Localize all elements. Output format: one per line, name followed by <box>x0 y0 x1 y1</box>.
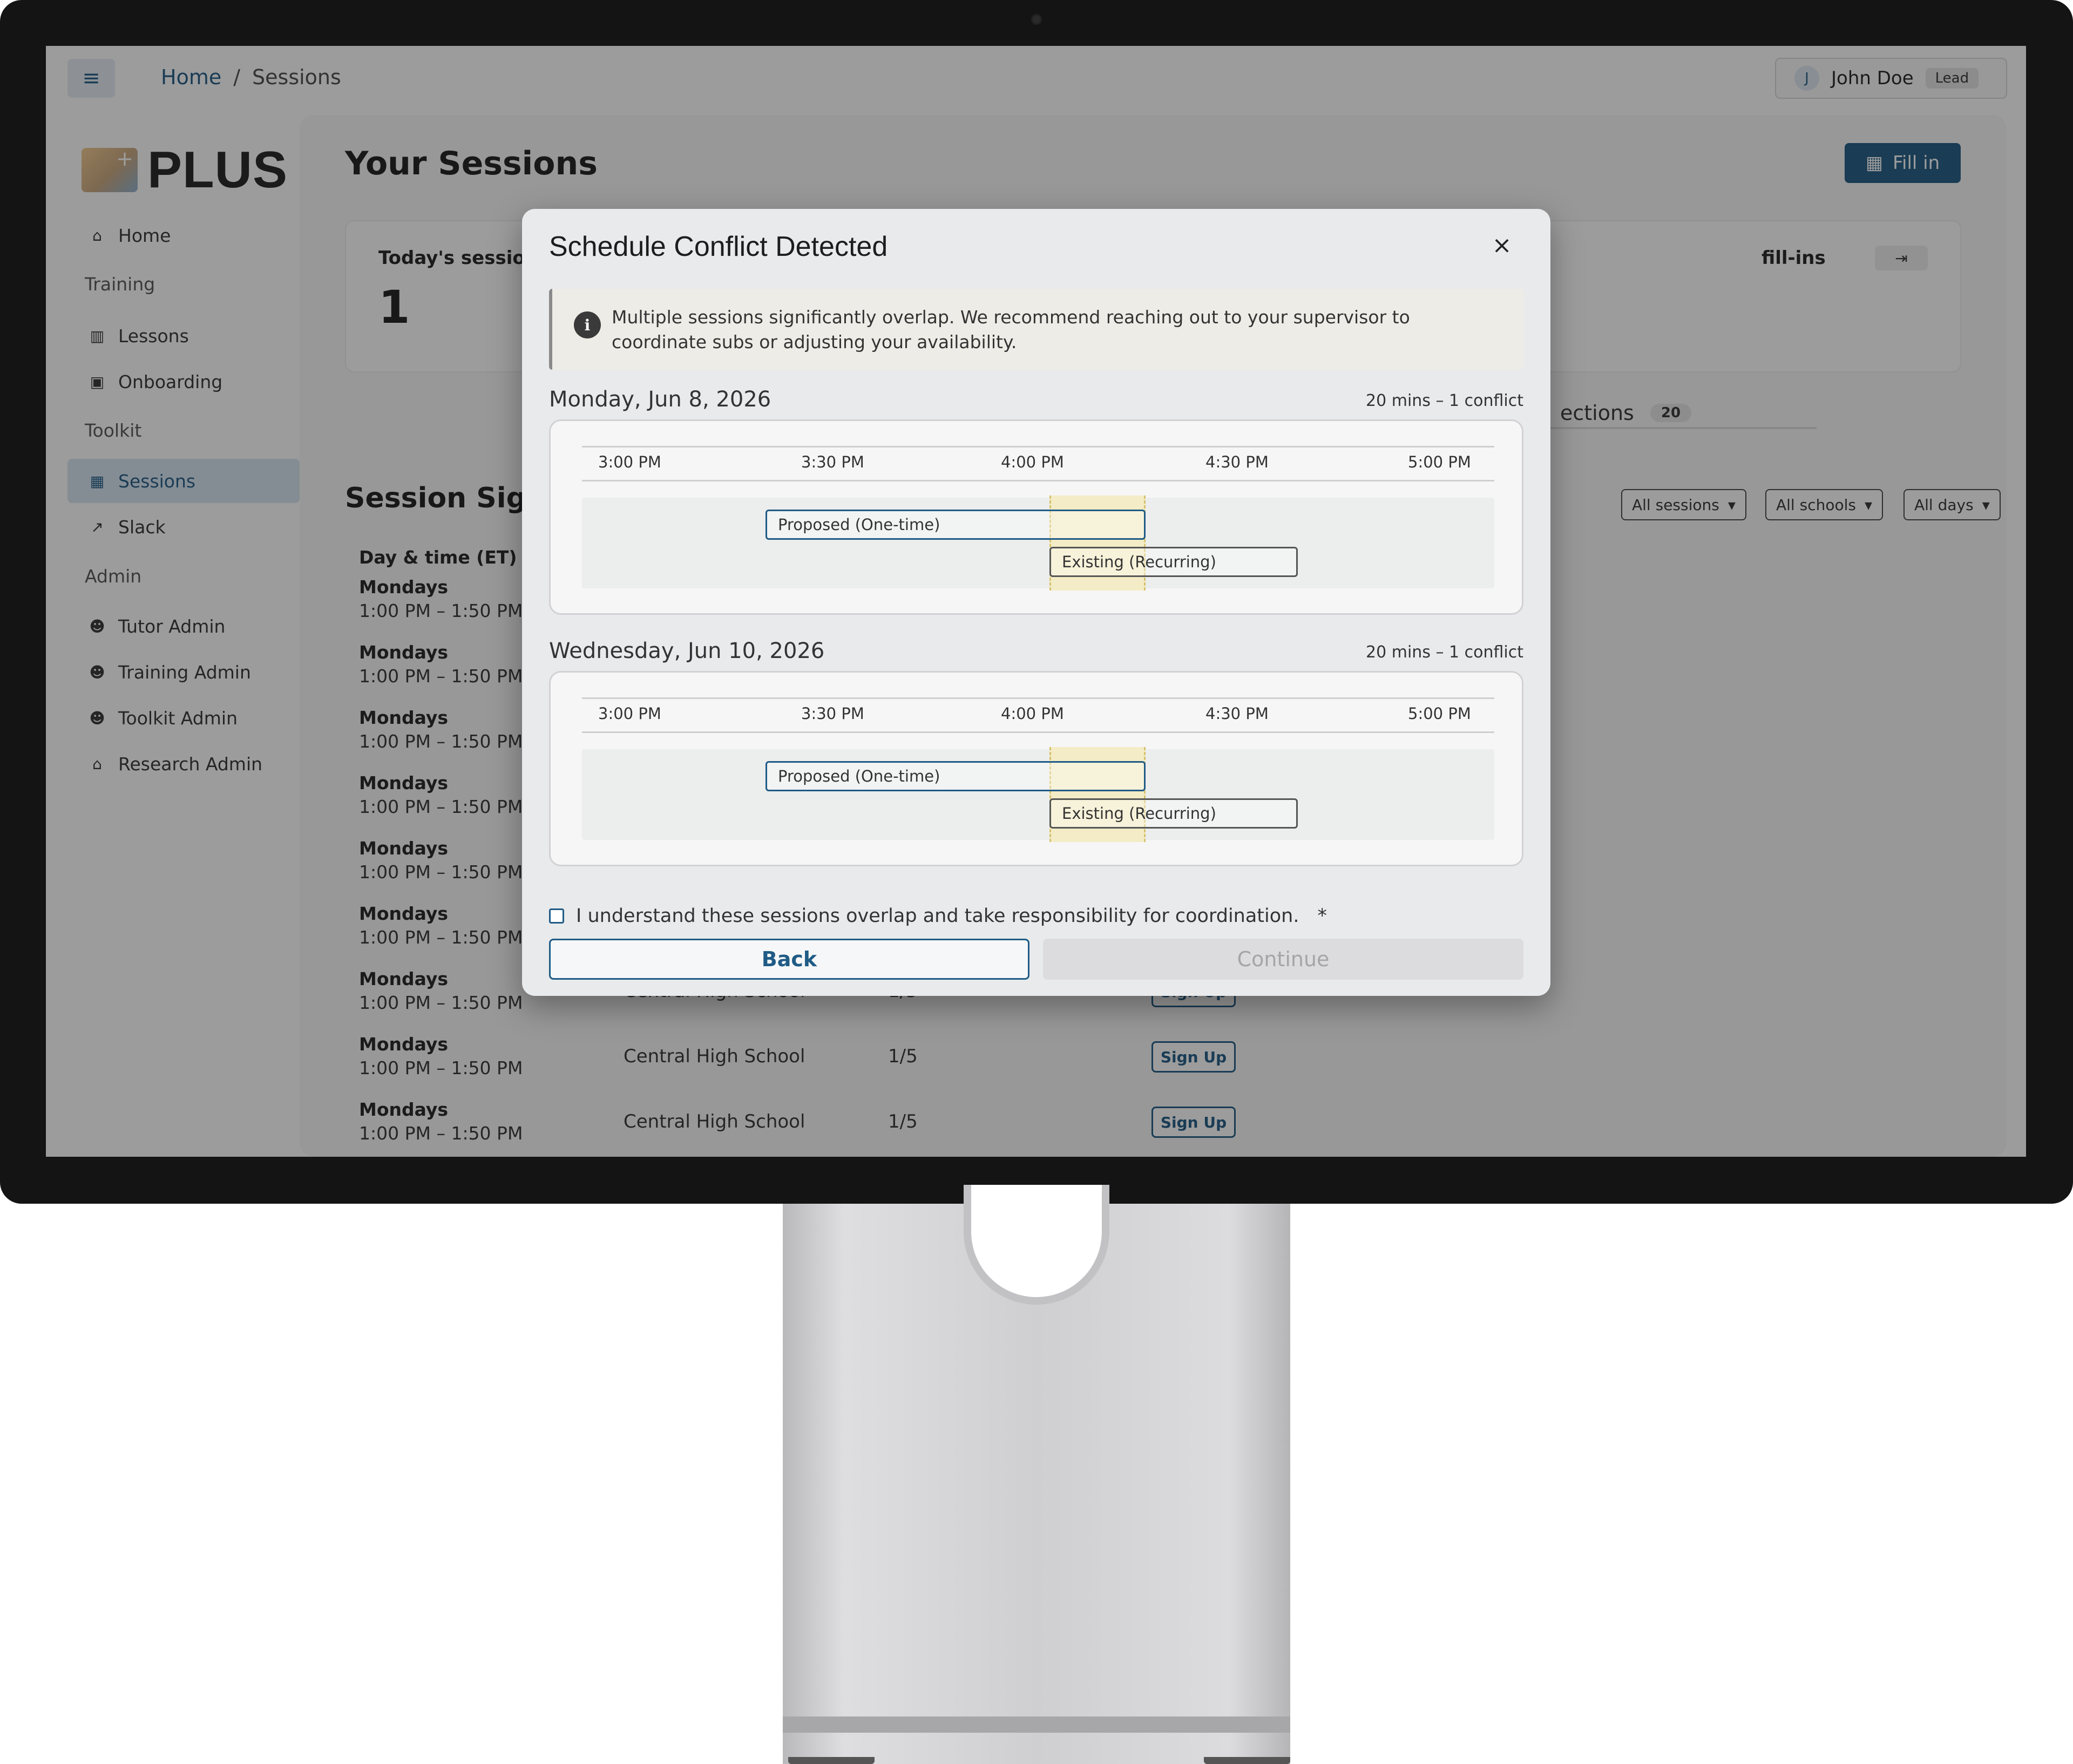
timeline-axis: 3:00 PM 3:30 PM 4:00 PM 4:30 PM 5:00 PM <box>582 697 1494 733</box>
proposed-session-bar[interactable]: Proposed (One-time) <box>765 761 1146 791</box>
info-icon: i <box>574 311 601 338</box>
conflict-date: Wednesday, Jun 10, 2026 <box>549 639 825 663</box>
timeline-tick-label: 5:00 PM <box>1408 453 1471 471</box>
acknowledge-checkbox[interactable] <box>549 908 564 924</box>
close-button[interactable]: × <box>1488 232 1515 259</box>
timeline-tick-label: 4:30 PM <box>1205 704 1269 723</box>
stand-foot-right <box>1204 1757 1290 1764</box>
stand-foot-left <box>788 1757 875 1764</box>
conflict-timeline: 3:00 PM 3:30 PM 4:00 PM 4:30 PM 5:00 PM Propo… <box>549 419 1523 615</box>
acknowledge-row: I understand these sessions overlap and … <box>549 905 1327 927</box>
timeline-tick-label: 3:00 PM <box>598 704 661 723</box>
bar-label: Existing (Recurring) <box>1062 553 1216 571</box>
bar-label: Existing (Recurring) <box>1062 804 1216 823</box>
back-button[interactable]: Back <box>549 939 1029 980</box>
timeline-tick-label: 3:30 PM <box>801 453 864 471</box>
conflict-timeline: 3:00 PM 3:30 PM 4:00 PM 4:30 PM 5:00 PM Propo… <box>549 671 1523 866</box>
bar-label: Proposed (One-time) <box>778 767 940 785</box>
continue-button[interactable]: Continue <box>1043 939 1523 980</box>
conflict-date: Monday, Jun 8, 2026 <box>549 387 771 412</box>
timeline-tick-label: 4:00 PM <box>1001 704 1064 723</box>
dialog-title: Schedule Conflict Detected <box>549 231 888 262</box>
timeline-tick-label: 4:00 PM <box>1001 453 1064 471</box>
timeline-axis: 3:00 PM 3:30 PM 4:00 PM 4:30 PM 5:00 PM <box>582 446 1494 481</box>
timeline-tick-label: 4:30 PM <box>1205 453 1269 471</box>
timeline-tick-label: 3:30 PM <box>801 704 864 723</box>
stand-base <box>783 1716 1290 1733</box>
schedule-conflict-dialog: Schedule Conflict Detected × i Multiple … <box>522 209 1550 996</box>
camera-dot <box>1031 14 1042 25</box>
acknowledge-label[interactable]: I understand these sessions overlap and … <box>576 905 1299 927</box>
close-icon: × <box>1492 231 1512 259</box>
timeline-tick-label: 3:00 PM <box>598 453 661 471</box>
alert-text: Multiple sessions significantly overlap.… <box>612 307 1410 352</box>
bar-label: Proposed (One-time) <box>778 515 940 534</box>
required-mark: * <box>1317 905 1327 927</box>
existing-session-bar[interactable]: Existing (Recurring) <box>1049 798 1298 829</box>
conflict-summary: 20 mins – 1 conflict <box>1366 391 1523 410</box>
proposed-session-bar[interactable]: Proposed (One-time) <box>765 510 1146 540</box>
screen: ≡ Home / Sessions J John Doe Lead + PLUS… <box>46 46 2026 1157</box>
conflict-alert: i Multiple sessions significantly overla… <box>549 289 1523 370</box>
existing-session-bar[interactable]: Existing (Recurring) <box>1049 547 1298 577</box>
conflict-summary: 20 mins – 1 conflict <box>1366 643 1523 662</box>
timeline-tick-label: 5:00 PM <box>1408 704 1471 723</box>
